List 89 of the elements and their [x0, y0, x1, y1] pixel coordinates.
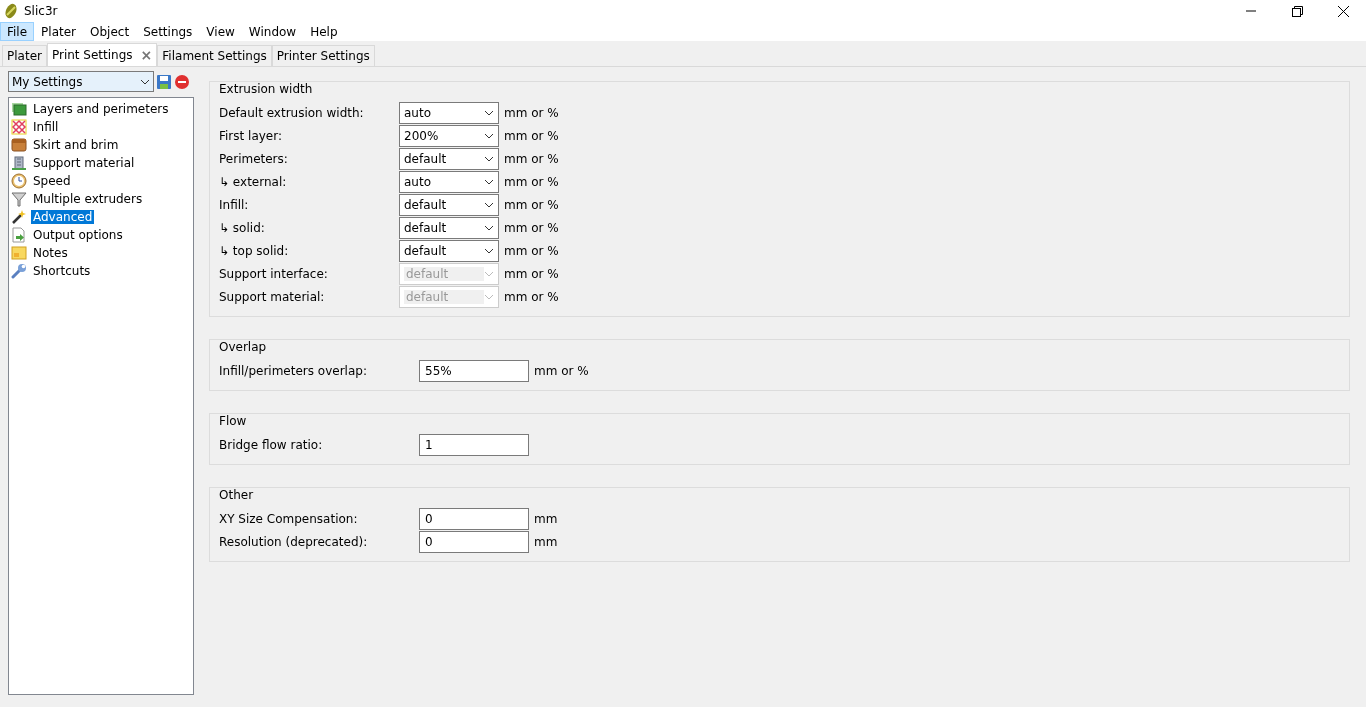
tab[interactable]: Plater: [2, 45, 47, 66]
menu-item[interactable]: View: [199, 22, 242, 41]
note-icon: [11, 245, 27, 261]
menu-item[interactable]: Settings: [136, 22, 200, 41]
field-label: Resolution (deprecated):: [219, 535, 369, 549]
funnel-icon: [11, 191, 27, 207]
unit-label: mm or %: [504, 198, 559, 212]
caret-icon: [140, 78, 150, 85]
unit-label: mm or %: [534, 364, 589, 378]
delete-icon[interactable]: [174, 73, 190, 90]
sidebar-item[interactable]: Speed: [31, 174, 73, 188]
menu-item[interactable]: File: [0, 22, 35, 41]
save-icon[interactable]: [156, 73, 172, 90]
input-field[interactable]: 55%: [419, 360, 529, 382]
menu-item[interactable]: Object: [83, 22, 137, 41]
window-title: Slic3r: [24, 4, 59, 18]
sidebar-item[interactable]: Skirt and brim: [31, 138, 121, 152]
field-label: Support material:: [219, 290, 326, 304]
field-label: Infill:: [219, 198, 250, 212]
menu-item[interactable]: Window: [241, 22, 304, 41]
box-icon: [11, 137, 27, 153]
field-label: ↳ top solid:: [219, 244, 290, 258]
unit-label: mm or %: [504, 221, 559, 235]
dropdown-field[interactable]: default: [399, 217, 499, 239]
unit-label: mm: [534, 512, 558, 526]
preset-dropdown[interactable]: My Settings: [8, 71, 154, 92]
tab-close-button[interactable]: ×: [140, 47, 153, 63]
unit-label: mm or %: [504, 244, 559, 258]
tab[interactable]: Printer Settings: [271, 45, 375, 66]
sidebar-item[interactable]: Shortcuts: [31, 264, 93, 278]
field-label: Bridge flow ratio:: [219, 438, 324, 452]
group-title: Other: [219, 488, 254, 502]
caret-icon: [484, 202, 494, 208]
caret-icon: [484, 225, 494, 231]
unit-label: mm or %: [504, 106, 559, 120]
unit-label: mm or %: [504, 175, 559, 189]
caret-icon: [484, 156, 494, 162]
restore-icon: [1291, 5, 1303, 17]
field-label: Default extrusion width:: [219, 106, 365, 120]
unit-label: mm or %: [504, 267, 559, 281]
sidebar-item[interactable]: Support material: [31, 156, 137, 170]
sidebar-item[interactable]: Notes: [31, 246, 70, 260]
dropdown-field[interactable]: default: [399, 194, 499, 216]
sidebar-item[interactable]: Infill: [31, 120, 61, 134]
menu-item[interactable]: Plater: [34, 22, 84, 41]
crosshatch-icon: [11, 119, 27, 135]
caret-icon: [484, 133, 494, 139]
dropdown-field[interactable]: default: [399, 240, 499, 262]
dropdown-field[interactable]: 200%: [399, 125, 499, 147]
group-title: Overlap: [219, 340, 267, 354]
caret-icon: [484, 179, 494, 185]
tab[interactable]: Filament Settings: [157, 45, 272, 66]
field-label: Perimeters:: [219, 152, 289, 166]
tab[interactable]: Print Settings ×: [46, 43, 158, 66]
group-title: Flow: [219, 414, 247, 428]
unit-label: mm or %: [504, 290, 559, 304]
document-arrow-icon: [11, 227, 27, 243]
input-field[interactable]: 0: [419, 508, 529, 530]
unit-label: mm or %: [504, 152, 559, 166]
field-label: First layer:: [219, 129, 283, 143]
sidebar-item[interactable]: Layers and perimeters: [31, 102, 171, 116]
menu-item[interactable]: Help: [303, 22, 345, 41]
unit-label: mm or %: [504, 129, 559, 143]
field-label: ↳ external:: [219, 175, 288, 189]
caret-icon: [484, 294, 494, 300]
layers-icon: [11, 101, 27, 117]
unit-label: mm: [534, 535, 558, 549]
dropdown-field[interactable]: default: [399, 148, 499, 170]
field-label: ↳ solid:: [219, 221, 266, 235]
group-title: Extrusion width: [219, 82, 313, 96]
caret-icon: [484, 110, 494, 116]
dropdown-field[interactable]: auto: [399, 102, 499, 124]
wrench-icon: [11, 263, 27, 279]
sidebar-item[interactable]: Advanced: [31, 210, 95, 224]
sidebar-item[interactable]: Output options: [31, 228, 125, 242]
caret-icon: [484, 271, 494, 277]
dropdown-field[interactable]: auto: [399, 171, 499, 193]
building-icon: [11, 155, 27, 171]
close-icon: [1337, 5, 1349, 17]
app-logo-icon: [4, 3, 18, 19]
input-field[interactable]: 0: [419, 531, 529, 553]
field-label: XY Size Compensation:: [219, 512, 359, 526]
field-label: Infill/perimeters overlap:: [219, 364, 368, 378]
field-label: Support interface:: [219, 267, 329, 281]
sidebar-item[interactable]: Multiple extruders: [31, 192, 145, 206]
clock-icon: [11, 173, 27, 189]
input-field[interactable]: 1: [419, 434, 529, 456]
caret-icon: [484, 248, 494, 254]
magic-wand-icon: [11, 209, 27, 225]
